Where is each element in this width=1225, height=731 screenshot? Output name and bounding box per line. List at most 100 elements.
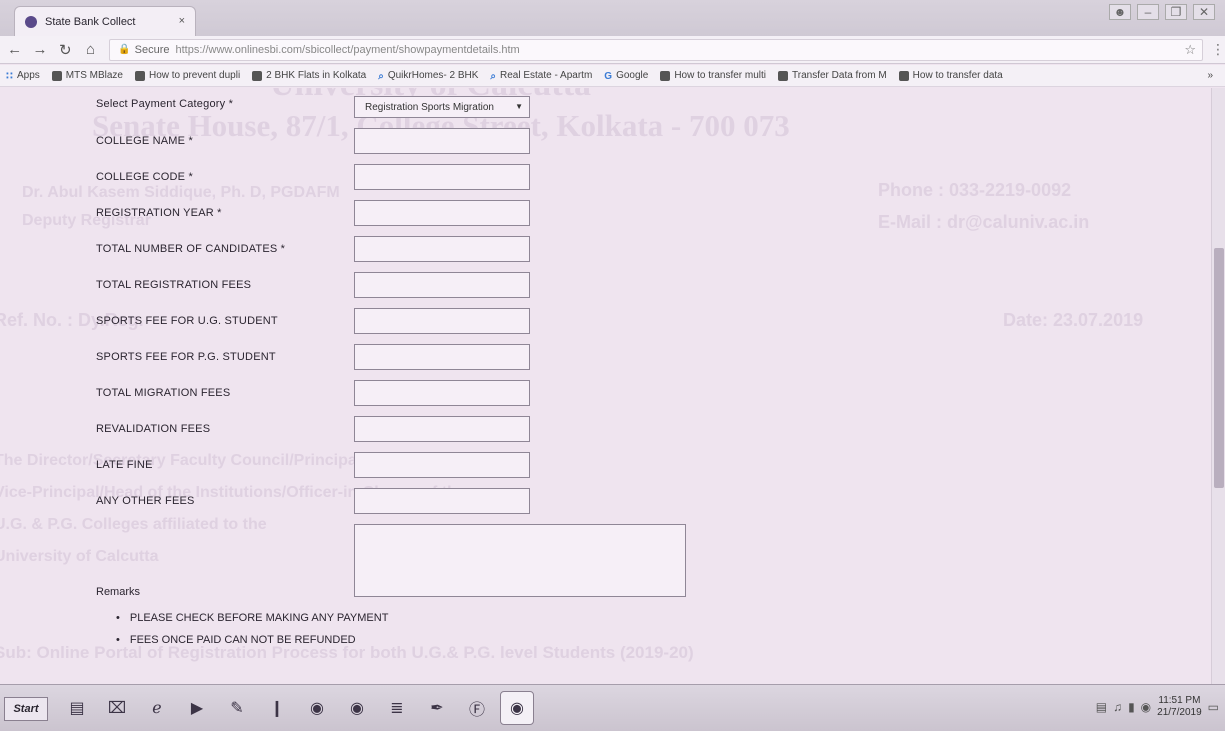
browser-menu-icon[interactable]: ⋮ <box>1211 41 1225 58</box>
minimize-icon[interactable]: – <box>1137 4 1159 20</box>
field-input[interactable] <box>354 452 530 478</box>
bookmark-item[interactable]: 2 BHK Flats in Kolkata <box>252 70 366 81</box>
note-item: FEES ONCE PAID CAN NOT BE REFUNDED <box>116 634 388 646</box>
chrome-icon[interactable]: ◉ <box>500 691 534 725</box>
chrome-icon[interactable]: ◉ <box>340 691 374 725</box>
field-input[interactable] <box>354 488 530 514</box>
video-icon <box>778 70 789 81</box>
browser-tab[interactable]: State Bank Collect × <box>14 6 196 36</box>
field-input[interactable] <box>354 200 530 226</box>
sbi-favicon-icon <box>25 15 37 28</box>
form-row: TOTAL REGISTRATION FEES <box>96 272 696 300</box>
taskbar-apps: ▤ ⌧ ℯ ▶ ✎ ❙ ◉ ◉ ≣ ✒ Ⓕ ◉ <box>60 691 534 725</box>
chevron-down-icon: ▼ <box>515 102 523 111</box>
bookmark-label: How to prevent dupli <box>149 70 241 81</box>
watermark-line: Date: 23.07.2019 <box>1003 310 1144 330</box>
excel-icon[interactable]: ⌧ <box>100 691 134 725</box>
field-input[interactable] <box>354 164 530 190</box>
bookmark-item[interactable]: MTS MBlaze <box>51 70 123 81</box>
payment-category-select[interactable]: Registration Sports Migration ▼ <box>354 96 530 118</box>
bookmark-item[interactable]: Transfer Data from M <box>778 70 887 81</box>
foxit-reader-icon[interactable]: Ⓕ <box>460 691 494 725</box>
bookmarks-overflow-button[interactable]: » <box>1207 70 1213 81</box>
system-tray: ▤ ♫ ▮ ◉ 11:51 PM 21/7/2019 ▭ <box>1096 695 1219 719</box>
back-icon[interactable]: ← <box>4 41 25 58</box>
form-row: ANY OTHER FEES <box>96 488 696 516</box>
taskbar: Start ▤ ⌧ ℯ ▶ ✎ ❙ ◉ ◉ ≣ ✒ Ⓕ ◉ ▤ ♫ ▮ ◉ 11:51 PM 21/7… <box>0 684 1225 731</box>
volume-icon[interactable]: ♫ <box>1113 700 1122 714</box>
bookmark-icon <box>252 70 263 81</box>
field-label: TOTAL MIGRATION FEES <box>96 387 231 399</box>
field-input[interactable] <box>354 272 530 298</box>
bookmark-icon <box>51 70 62 81</box>
tab-close-icon[interactable]: × <box>179 15 185 27</box>
field-label: REVALIDATION FEES <box>96 423 211 435</box>
bookmark-label: Real Estate - Apartm <box>500 70 593 81</box>
form-row: LATE FINE <box>96 452 696 480</box>
secure-label: Secure <box>134 43 170 56</box>
remarks-textarea[interactable] <box>354 524 686 597</box>
media-player-icon[interactable]: ▶ <box>180 691 214 725</box>
watermark-line: E-Mail : dr@caluniv.ac.in <box>878 212 1090 232</box>
user-icon[interactable]: ☻ <box>1109 4 1131 20</box>
field-input[interactable] <box>354 380 530 406</box>
forward-icon[interactable]: → <box>29 41 50 58</box>
bookmark-item[interactable]: ∷ Apps <box>6 70 40 82</box>
field-input[interactable] <box>354 344 530 370</box>
home-icon[interactable]: ⌂ <box>80 41 101 58</box>
tab-title: State Bank Collect <box>45 15 136 28</box>
bookmark-item[interactable]: How to prevent dupli <box>135 70 240 81</box>
field-label: SPORTS FEE FOR U.G. STUDENT <box>96 315 278 327</box>
field-label: REGISTRATION YEAR * <box>96 207 222 219</box>
window-controls: ☻ – ❐ ✕ <box>1109 4 1215 20</box>
bookmark-item[interactable]: How to transfer multi <box>660 70 766 81</box>
url-input[interactable]: 🔒 Secure https://www.onlinesbi.com/sbico… <box>109 38 1204 61</box>
video-icon <box>898 70 909 81</box>
restore-icon[interactable]: ❐ <box>1165 4 1187 20</box>
bookmark-item[interactable]: G Google <box>604 70 649 82</box>
field-input[interactable] <box>354 128 530 154</box>
field-label: COLLEGE NAME * <box>96 135 193 147</box>
language-icon[interactable]: ◉ <box>1141 700 1151 714</box>
url-text: https://www.onlinesbi.com/sbicollect/pay… <box>175 43 520 56</box>
reload-icon[interactable]: ↻ <box>55 41 76 59</box>
bookmark-label: How to transfer data <box>912 70 1003 81</box>
internet-explorer-icon[interactable]: ℯ <box>140 691 174 725</box>
field-input[interactable] <box>354 308 530 334</box>
notepad-icon[interactable]: ≣ <box>380 691 414 725</box>
payment-category-value: Registration Sports Migration <box>365 101 494 113</box>
bookmark-label: MTS MBlaze <box>65 70 123 81</box>
close-window-icon[interactable]: ✕ <box>1193 4 1215 20</box>
network-icon[interactable]: ▤ <box>1096 700 1107 714</box>
start-button[interactable]: Start <box>4 697 48 721</box>
folder-icon[interactable]: ▤ <box>60 691 94 725</box>
page-scrollbar[interactable] <box>1211 88 1225 684</box>
bookmark-star-icon[interactable]: ☆ <box>1184 42 1196 58</box>
search-icon: ⌕ <box>490 70 497 82</box>
paint-icon[interactable]: ✎ <box>220 691 254 725</box>
bookmark-label: Transfer Data from M <box>792 70 887 81</box>
field-input[interactable] <box>354 416 530 442</box>
lock-icon: 🔒 <box>118 44 131 55</box>
payment-notes: PLEASE CHECK BEFORE MAKING ANY PAYMENT F… <box>116 612 389 656</box>
battery-icon[interactable]: ▮ <box>1128 700 1135 714</box>
scrollbar-thumb[interactable] <box>1214 248 1224 488</box>
bookmark-label: Google <box>616 70 649 81</box>
form-row: SPORTS FEE FOR P.G. STUDENT <box>96 344 696 372</box>
watermark-line: U.G. & P.G. Colleges affiliated to the <box>0 516 267 533</box>
system-clock[interactable]: 11:51 PM 21/7/2019 <box>1157 695 1202 719</box>
field-label: TOTAL NUMBER OF CANDIDATES * <box>96 243 286 255</box>
video-icon <box>660 70 671 81</box>
pen-icon[interactable]: ✒ <box>420 691 454 725</box>
usb-icon[interactable]: ❙ <box>260 691 294 725</box>
bookmark-item[interactable]: ⌕ QuikrHomes- 2 BHK <box>378 70 478 82</box>
field-input[interactable] <box>354 236 530 262</box>
bookmark-item[interactable]: ⌕ Real Estate - Apartm <box>490 70 593 82</box>
form-row: TOTAL NUMBER OF CANDIDATES * <box>96 236 696 264</box>
chrome-icon[interactable]: ◉ <box>300 691 334 725</box>
bookmark-item[interactable]: How to transfer data <box>898 70 1003 81</box>
form-row: COLLEGE NAME * <box>96 128 696 156</box>
page-content: University of Calcutta Senate House, 87/… <box>0 88 1225 684</box>
field-label: SPORTS FEE FOR P.G. STUDENT <box>96 351 276 363</box>
show-desktop-icon[interactable]: ▭ <box>1208 700 1219 714</box>
